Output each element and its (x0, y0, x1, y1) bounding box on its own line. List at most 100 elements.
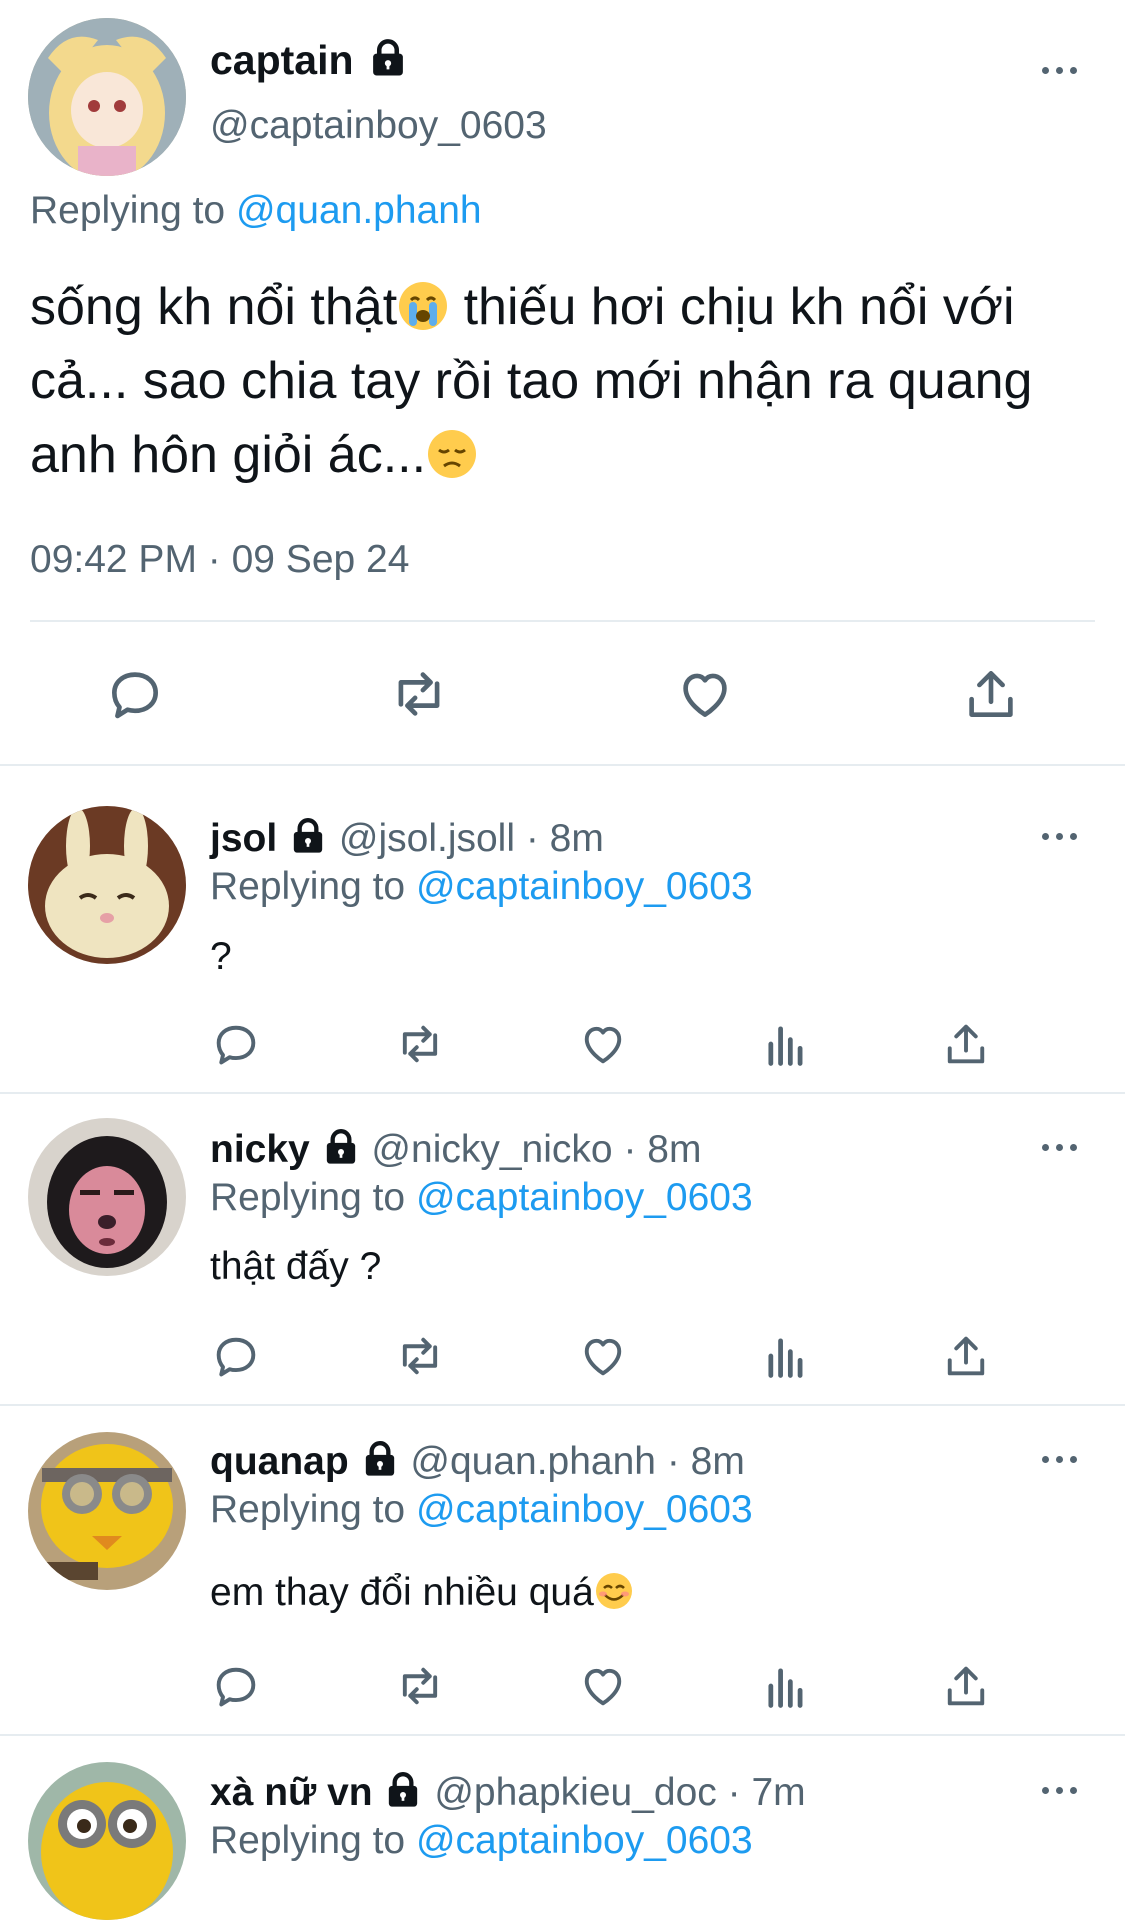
timestamp: 09:42 PM · 09 Sep 24 (30, 538, 410, 581)
avatar-illustration (28, 806, 186, 964)
replying-handle-link[interactable]: @captainboy_0603 (416, 1488, 753, 1531)
lock-icon (383, 1770, 423, 1810)
avatar-illustration (28, 18, 186, 176)
tweet-text: sống kh nổi thật thiếu hơi chịu kh nổi v… (30, 270, 1120, 492)
avatar[interactable] (28, 1762, 186, 1920)
share-button[interactable] (940, 1330, 992, 1382)
display-name[interactable]: xà nữ vn (210, 1771, 373, 1814)
like-button[interactable] (674, 663, 736, 725)
replying-handle-link[interactable]: @captainboy_0603 (416, 865, 753, 908)
replying-to: Replying to @captainboy_0603 (210, 864, 753, 910)
views-icon (760, 1330, 812, 1382)
reply-header: nicky @nicky_nicko · 8m (210, 1127, 701, 1173)
retweet-button[interactable] (394, 1018, 446, 1070)
retweet-icon (394, 1018, 446, 1070)
reply-header: xà nữ vn @phapkieu_doc · 7m (210, 1770, 806, 1816)
time: · 8m (525, 817, 604, 860)
tweet-text-line: sống kh nổi thật thiếu hơi chịu kh nổi v… (30, 278, 1015, 336)
avatar[interactable] (28, 18, 186, 176)
share-icon (940, 1018, 992, 1070)
time: · 8m (623, 1128, 702, 1171)
replying-to: Replying to @captainboy_0603 (210, 1818, 753, 1864)
like-button[interactable] (577, 1330, 629, 1382)
time: · 7m (727, 1771, 806, 1814)
handle[interactable]: @phapkieu_doc (434, 1771, 716, 1814)
divider (0, 1734, 1125, 1736)
views-icon (760, 1018, 812, 1070)
disappointed-face-icon (428, 430, 477, 479)
avatar[interactable] (28, 1432, 186, 1590)
handle[interactable]: @nicky_nicko (371, 1128, 612, 1171)
reply-icon (104, 663, 166, 725)
handle[interactable]: @jsol.jsoll (339, 817, 515, 860)
replying-prefix: Replying to (210, 1176, 406, 1219)
views-button[interactable] (760, 1330, 812, 1382)
replying-to: Replying to @captainboy_0603 (210, 1487, 753, 1533)
divider (0, 1092, 1125, 1094)
replying-handle-link[interactable]: @quan.phanh (236, 189, 482, 232)
replying-prefix: Replying to (210, 1819, 406, 1862)
retweet-button[interactable] (394, 1330, 446, 1382)
share-button[interactable] (940, 1660, 992, 1712)
display-name[interactable]: captain (210, 36, 409, 84)
heart-icon (577, 1018, 629, 1070)
divider (0, 1404, 1125, 1406)
more-options-icon[interactable] (1042, 64, 1082, 76)
share-icon (940, 1330, 992, 1382)
reply-icon (210, 1018, 262, 1070)
retweet-icon (394, 1330, 446, 1382)
reply-icon (210, 1330, 262, 1382)
share-button[interactable] (940, 1018, 992, 1070)
reply-button[interactable] (210, 1330, 262, 1382)
reply-text: ? (210, 935, 232, 978)
avatar[interactable] (28, 806, 186, 964)
smiling-face-icon (595, 1572, 632, 1609)
avatar-illustration (28, 1762, 186, 1920)
retweet-button[interactable] (394, 1660, 446, 1712)
lock-icon (321, 1127, 361, 1167)
views-button[interactable] (760, 1018, 812, 1070)
display-name[interactable]: nicky (210, 1128, 310, 1171)
replying-handle-link[interactable]: @captainboy_0603 (416, 1176, 753, 1219)
views-icon (760, 1660, 812, 1712)
share-icon (960, 663, 1022, 725)
more-options-icon[interactable] (1042, 1453, 1082, 1465)
reply-button[interactable] (210, 1018, 262, 1070)
avatar-illustration (28, 1118, 186, 1276)
replying-to: Replying to @quan.phanh (30, 188, 482, 234)
retweet-button[interactable] (388, 663, 450, 725)
replying-to: Replying to @captainboy_0603 (210, 1175, 753, 1221)
lock-icon (288, 816, 328, 856)
views-button[interactable] (760, 1660, 812, 1712)
handle[interactable]: @quan.phanh (410, 1440, 656, 1483)
loudly-crying-face-icon (399, 282, 448, 331)
reply-text: thật đấy ? (210, 1245, 382, 1288)
replying-handle-link[interactable]: @captainboy_0603 (416, 1819, 753, 1862)
reply-text: em thay đổi nhiều quá (210, 1570, 634, 1616)
heart-icon (577, 1330, 629, 1382)
like-button[interactable] (577, 1018, 629, 1070)
share-icon (940, 1660, 992, 1712)
avatar[interactable] (28, 1118, 186, 1276)
reply-header: jsol @jsol.jsoll · 8m (210, 816, 604, 862)
replying-prefix: Replying to (210, 865, 406, 908)
more-options-icon[interactable] (1042, 1141, 1082, 1153)
more-options-icon[interactable] (1042, 1784, 1082, 1796)
share-button[interactable] (960, 663, 1022, 725)
display-name[interactable]: quanap (210, 1440, 349, 1483)
more-options-icon[interactable] (1042, 830, 1082, 842)
reply-button[interactable] (104, 663, 166, 725)
heart-icon (577, 1660, 629, 1712)
time: · 8m (666, 1440, 745, 1483)
lock-icon (367, 37, 409, 79)
handle[interactable]: @captainboy_0603 (210, 103, 547, 149)
divider (0, 764, 1125, 766)
like-button[interactable] (577, 1660, 629, 1712)
reply-button[interactable] (210, 1660, 262, 1712)
retweet-icon (394, 1660, 446, 1712)
tweet-text-line: cả... sao chia tay rồi tao mới nhận ra q… (30, 352, 1033, 410)
stats-divider (30, 620, 1095, 622)
display-name[interactable]: jsol (210, 817, 277, 860)
lock-icon (360, 1439, 400, 1479)
tweet-text-line: anh hôn giỏi ác... (30, 418, 1120, 492)
